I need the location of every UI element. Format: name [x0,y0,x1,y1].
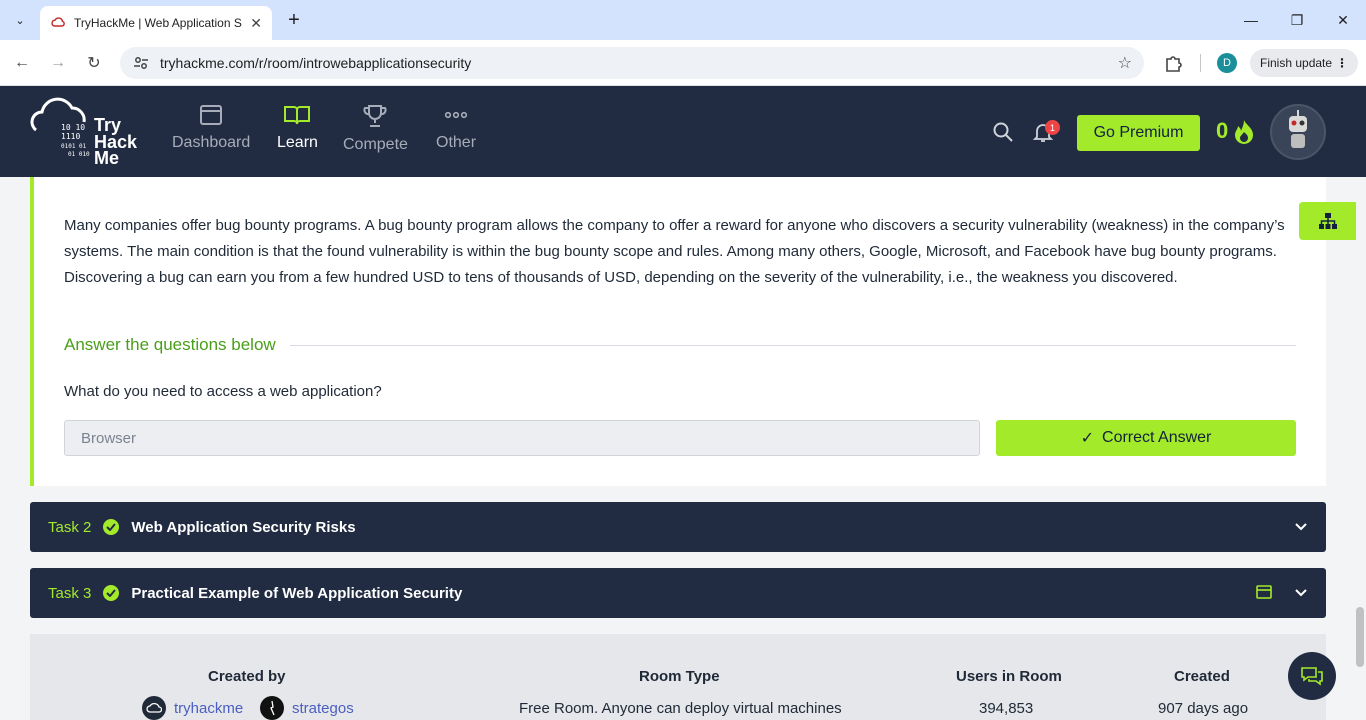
browser-toolbar: ← → ↻ tryhackme.com/r/room/introwebappli… [0,40,1366,86]
nav-other[interactable]: Other [436,104,476,152]
sitemap-icon [1318,213,1337,229]
window-close-icon[interactable]: ✕ [1320,6,1366,34]
page-scrollbar[interactable] [1356,607,1364,667]
svg-text:10 10: 10 10 [61,123,85,132]
nav-dashboard-label: Dashboard [172,134,251,151]
chevron-down-icon[interactable] [1294,522,1308,532]
creator-tryhackme[interactable]: tryhackme [142,696,243,720]
profile-avatar[interactable]: D [1217,53,1237,73]
task-3-number: Task 3 [48,584,92,602]
room-type-value: Free Room. Anyone can deploy virtual mac… [519,700,842,717]
task-complete-icon [103,519,120,535]
correct-answer-label: Correct Answer [1102,429,1212,446]
creator-avatar [142,696,166,720]
nav-dashboard[interactable]: Dashboard [172,104,250,152]
nav-other-label: Other [436,134,477,151]
creator-avatar [260,696,284,720]
back-icon[interactable]: ← [10,51,34,75]
tryhackme-logo[interactable]: 10 10 1110 0101 01 01 010 Try Hack Me [28,96,148,168]
nav-compete[interactable]: Compete [343,104,408,154]
dashboard-icon [200,105,223,125]
task-1-panel: Many companies offer bug bounty programs… [30,177,1326,486]
robot-avatar-icon [1289,110,1307,148]
flame-icon [1235,120,1253,144]
minimize-icon[interactable]: — [1228,6,1274,34]
user-avatar[interactable] [1270,104,1326,160]
check-icon: ✓ [1080,430,1095,447]
nav-learn-label: Learn [277,134,318,151]
book-icon [284,106,311,125]
room-type-label: Room Type [639,668,720,685]
correct-answer-button[interactable]: ✓ Correct Answer [996,420,1296,456]
more-icon [444,111,468,119]
svg-text:1110: 1110 [61,132,80,141]
room-structure-button[interactable] [1299,202,1356,240]
nav-compete-label: Compete [343,136,408,153]
url-text: tryhackme.com/r/room/introwebapplication… [160,55,472,71]
task-2-number: Task 2 [48,518,92,536]
svg-text:01 010: 01 010 [68,151,90,158]
creator-name: strategos [292,699,354,717]
finish-update-button[interactable]: Finish update ⋮ [1250,49,1358,77]
chat-button[interactable] [1288,652,1336,700]
search-icon[interactable] [992,121,1014,143]
chevron-down-icon[interactable] [1294,588,1308,598]
room-info: Created by tryhackme strategos Room Type… [30,634,1326,720]
users-label: Users in Room [956,668,1062,685]
browser-window-icon [1256,585,1272,599]
tryhackme-favicon-icon [51,17,65,27]
reload-icon[interactable]: ↻ [82,51,106,75]
task-1-text: Many companies offer bug bounty programs… [64,217,1285,286]
finish-update-label: Finish update [1260,56,1333,70]
answer-heading: Answer the questions below [64,335,276,354]
address-bar[interactable]: tryhackme.com/r/room/introwebapplication… [120,47,1144,79]
toolbar-divider [1200,54,1201,72]
task-complete-icon [103,585,120,601]
creator-name: tryhackme [174,699,244,717]
users-value: 394,853 [979,700,1034,717]
chat-icon [1301,667,1323,686]
task-3-header[interactable]: Task 3 Practical Example of Web Applicat… [30,568,1326,618]
logo-text-me: Me [94,148,119,168]
answer-divider [290,345,1296,346]
forward-icon[interactable]: → [46,51,70,75]
menu-dots-icon: ⋮ [1336,56,1348,70]
browser-tab[interactable]: TryHackMe | Web Application S ✕ [40,6,272,40]
bookmark-star-icon[interactable]: ☆ [1118,53,1132,73]
question-text: What do you need to access a web applica… [64,383,382,400]
tab-title: TryHackMe | Web Application S [74,16,242,30]
tab-close-icon[interactable]: ✕ [250,15,262,32]
restore-icon[interactable]: ❐ [1274,6,1320,34]
streak-count: 0 [1216,118,1229,143]
created-value: 907 days ago [1158,700,1249,717]
creator-strategos[interactable]: strategos [260,696,354,720]
extensions-icon[interactable] [1162,51,1186,75]
svg-text:0101 01: 0101 01 [61,143,87,150]
task-2-header[interactable]: Task 2 Web Application Security Risks [30,502,1326,552]
site-header: 10 10 1110 0101 01 01 010 Try Hack Me Da… [0,86,1366,177]
new-tab-icon[interactable]: + [282,8,306,32]
tab-search-icon[interactable]: ⌄ [8,8,32,32]
site-settings-icon[interactable] [132,54,150,72]
browser-tabbar: ⌄ TryHackMe | Web Application S ✕ + — ❐ … [0,0,1366,40]
task-3-title: Practical Example of Web Application Sec… [131,584,463,602]
created-by-label: Created by [208,668,286,685]
answer-field[interactable]: Browser [64,420,980,456]
nav-learn[interactable]: Learn [277,104,318,152]
task-2-title: Web Application Security Risks [131,518,356,536]
notification-badge: 1 [1045,120,1060,135]
created-label: Created [1174,668,1230,685]
trophy-icon [363,105,387,127]
go-premium-button[interactable]: Go Premium [1077,115,1200,151]
